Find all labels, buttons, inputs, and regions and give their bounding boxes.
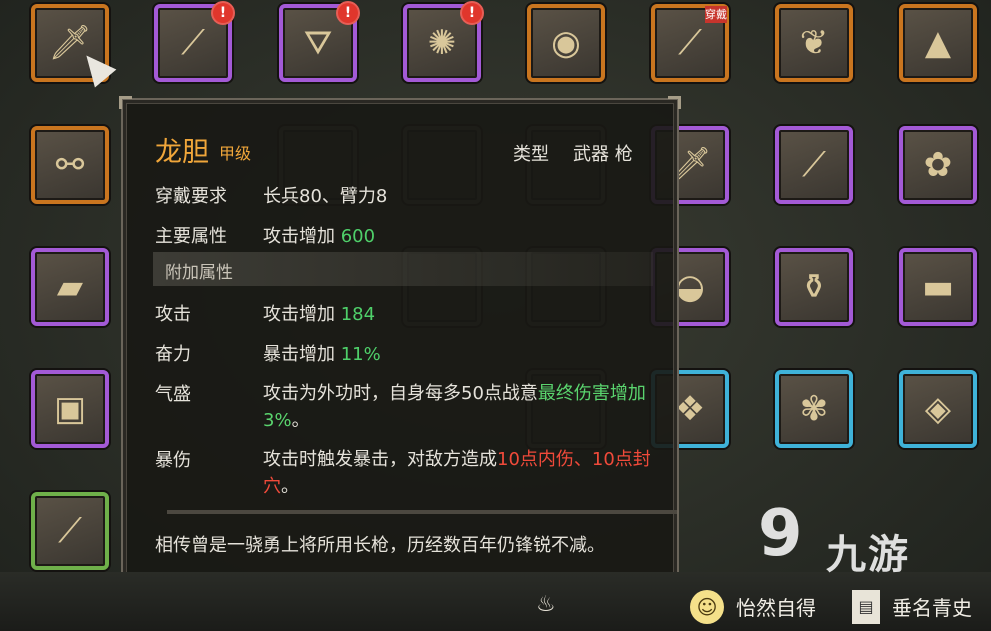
- extra-attr-text: 暴击增加: [263, 344, 335, 365]
- corner-ornament: [668, 96, 681, 109]
- item-grade: 甲级: [219, 144, 252, 163]
- status-calm: 怡然自得: [736, 596, 816, 620]
- type-value: 武器 枪: [573, 144, 633, 165]
- inventory-slot-r2c7[interactable]: ⟋: [775, 126, 853, 204]
- divider: [167, 510, 677, 514]
- extra-attr-value: 暴击增加 11%: [263, 340, 381, 366]
- balance-scooter-icon: ⚯: [55, 145, 85, 185]
- baoshang-effect: 攻击时触发暴击，对敌方造成10点内伤、10点封穴。: [263, 446, 663, 500]
- new-item-badge: !: [460, 1, 484, 25]
- extra-attr-header: 附加属性: [153, 252, 653, 286]
- inventory-slot-r4c1[interactable]: ▣: [31, 370, 109, 448]
- main-attr-text: 攻击增加: [263, 226, 335, 247]
- calm-face-icon: ☺: [690, 590, 724, 624]
- inventory-slot-r1c3[interactable]: ⛛!: [279, 1, 360, 82]
- qisheng-end: 。: [291, 410, 310, 431]
- lamp-icon: ♨: [536, 592, 556, 617]
- inventory-slot-r5c1[interactable]: ⟋: [31, 492, 109, 570]
- watermark-text: 九游: [826, 532, 910, 578]
- card-icon: ▰: [56, 267, 84, 307]
- jade-staff-icon: ⟋: [678, 23, 702, 63]
- status-fame: 垂名青史: [892, 596, 972, 620]
- bone-charm-icon: ✺: [427, 23, 457, 63]
- main-attr-value: 攻击增加 600: [263, 222, 375, 248]
- corner-ornament: [119, 96, 132, 109]
- extra-attr-header-text: 附加属性: [165, 263, 233, 283]
- seal-stamp-icon: ▣: [53, 389, 87, 429]
- qisheng-label: 气盛: [155, 384, 191, 405]
- clay-jar-icon: ⚱: [799, 267, 829, 307]
- bottom-status-bar: [0, 572, 991, 631]
- inventory-slot-r1c6[interactable]: ⟋ 穿戴: [651, 4, 729, 82]
- inventory-slot-r1c7[interactable]: ❦: [775, 4, 853, 82]
- book-icon: ▤: [852, 590, 880, 624]
- inventory-slot-r3c7[interactable]: ⚱: [775, 248, 853, 326]
- new-item-badge: !: [336, 1, 360, 25]
- extra-attr-label: 攻击: [155, 304, 191, 325]
- inventory-slot-r3c8[interactable]: ▬: [899, 248, 977, 326]
- watermark-logo-icon: 9: [758, 497, 803, 571]
- inventory-slot-r1c8[interactable]: ▲: [899, 4, 977, 82]
- requirement-value: 长兵80、臂力8: [263, 186, 388, 207]
- baoshang-label: 暴伤: [155, 450, 191, 471]
- type-label: 类型: [513, 144, 549, 165]
- horn-icon: ⛛: [303, 23, 333, 63]
- stone-bar-icon: ▬: [921, 267, 955, 307]
- peony-icon: ✾: [799, 389, 829, 429]
- extra-attr-num: 184: [340, 304, 376, 325]
- baoshang-text: 攻击时触发暴击，对敌方造成: [263, 449, 497, 470]
- inventory-slot-r2c1[interactable]: ⚯: [31, 126, 109, 204]
- qisheng-text: 攻击为外功时，自身每多50点战意: [263, 383, 538, 404]
- new-item-badge: !: [211, 1, 235, 25]
- main-attr-num: 600: [340, 226, 376, 247]
- extra-attr-value: 攻击增加 184: [263, 300, 375, 326]
- item-tooltip: 龙胆 甲级 类型 武器 枪 穿戴要求 长兵80、臂力8 主要属性 攻击增加 60…: [119, 96, 681, 594]
- cloak-icon: ▲: [924, 23, 952, 63]
- inventory-slot-r2c8[interactable]: ✿: [899, 126, 977, 204]
- baoshang-end: 。: [281, 476, 299, 497]
- round-shield-icon: ◉: [551, 23, 581, 63]
- halberd-icon: ⟋: [802, 145, 826, 185]
- cloth-icon: ◈: [924, 389, 952, 429]
- staff-icon: ⟋: [181, 23, 205, 63]
- qisheng-effect: 攻击为外功时，自身每多50点战意最终伤害增加3%。: [263, 380, 663, 434]
- inventory-slot-r4c7[interactable]: ✾: [775, 370, 853, 448]
- inventory-slot-r1c4[interactable]: ✺!: [403, 1, 484, 82]
- inventory-slot-r4c8[interactable]: ◈: [899, 370, 977, 448]
- extra-attr-num: 11%: [340, 344, 381, 365]
- requirement-label: 穿戴要求: [155, 186, 227, 207]
- main-attr-label: 主要属性: [155, 226, 227, 247]
- extra-attr-text: 攻击增加: [263, 304, 335, 325]
- inventory-slot-r3c1[interactable]: ▰: [31, 248, 109, 326]
- equipped-tag: 穿戴: [705, 6, 727, 23]
- white-flower-icon: ✿: [923, 145, 953, 185]
- extra-attr-label: 奋力: [155, 344, 191, 365]
- item-name: 龙胆: [155, 137, 209, 168]
- inventory-slot-r1c2[interactable]: ⟋!: [154, 1, 235, 82]
- scroll-icon: ⟋: [58, 511, 82, 551]
- claw-horn-icon: ❦: [799, 23, 829, 63]
- inventory-slot-r1c5[interactable]: ◉: [527, 4, 605, 82]
- item-description: 相传曾是一骁勇上将所用长枪，历经数百年仍锋锐不减。: [155, 535, 605, 556]
